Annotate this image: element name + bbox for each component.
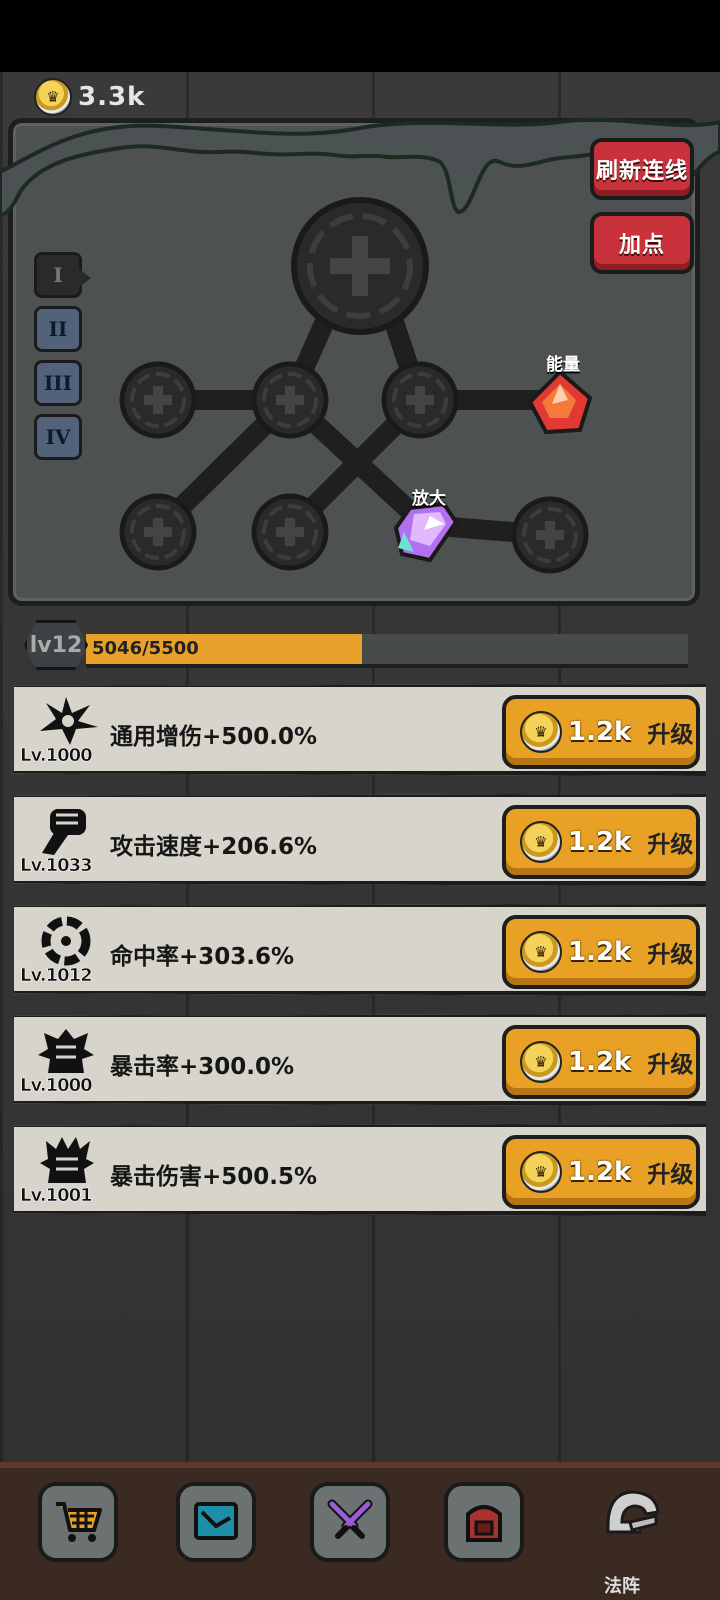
shopping-cart-icon	[56, 1502, 102, 1542]
bottom-navigation: 法阵	[0, 1462, 720, 1600]
upgrade-row-attack-speed: Lv.1033 攻击速度+206.6% ♛ 1.2k 升级	[14, 794, 706, 886]
star-burst-icon	[40, 697, 98, 745]
upgrade-level: Lv.1000	[20, 1075, 93, 1097]
fist-icon	[42, 809, 86, 855]
upgrade-level: Lv.1012	[20, 965, 93, 987]
upgrade-button-label: 升级	[647, 722, 694, 748]
tree-node[interactable]	[251, 361, 329, 439]
xp-progress-bar: 5046/5500	[86, 634, 688, 668]
upgrade-label: 攻击速度+206.6%	[110, 834, 318, 860]
upgrade-button[interactable]: ♛ 1.2k 升级	[502, 1025, 700, 1099]
amplify-gem-icon[interactable]	[393, 501, 459, 563]
nav-battle[interactable]	[310, 1482, 390, 1562]
map-icon	[194, 1502, 238, 1540]
upgrade-cost: 1.2k	[568, 1047, 632, 1077]
tree-node[interactable]	[381, 361, 459, 439]
upgrade-label: 暴击率+300.0%	[110, 1054, 295, 1080]
upgrade-row-general-damage: Lv.1000 通用增伤+500.0% ♛ 1.2k 升级	[14, 684, 706, 776]
upgrade-button-label: 升级	[647, 942, 694, 968]
target-ring-icon	[41, 916, 91, 966]
tree-node[interactable]	[251, 493, 329, 571]
upgrade-button[interactable]: ♛ 1.2k 升级	[502, 695, 700, 769]
crit-block-icon	[38, 1029, 94, 1073]
nav-formation-label: 法阵	[604, 1576, 640, 1597]
upgrade-button[interactable]: ♛ 1.2k 升级	[502, 915, 700, 989]
nav-map[interactable]	[176, 1482, 256, 1562]
crown-coin-icon: ♛	[520, 1151, 562, 1193]
tree-connections	[148, 300, 560, 545]
nav-shop[interactable]	[38, 1482, 118, 1562]
crown-coin-icon: ♛	[520, 711, 562, 753]
tree-node[interactable]	[119, 361, 197, 439]
upgrade-label: 暴击伤害+500.5%	[110, 1164, 318, 1190]
energy-gem-label: 能量	[546, 355, 580, 375]
helmet-icon	[606, 1490, 660, 1534]
skill-tree	[119, 197, 593, 574]
tree-node-root[interactable]	[291, 197, 429, 335]
upgrade-cost: 1.2k	[568, 937, 632, 967]
upgrade-button-label: 升级	[647, 832, 694, 858]
upgrade-row-hit-rate: Lv.1012 命中率+303.6% ♛ 1.2k 升级	[14, 904, 706, 996]
backpack-icon	[466, 1505, 502, 1542]
upgrade-label: 通用增伤+500.0%	[110, 724, 318, 750]
upgrade-button-label: 升级	[647, 1052, 694, 1078]
crown-coin-icon: ♛	[520, 931, 562, 973]
nav-formation[interactable]	[592, 1474, 672, 1554]
upgrade-list: Lv.1000 通用增伤+500.0% ♛ 1.2k 升级 Lv.1033 攻击…	[14, 684, 706, 1234]
energy-gem-icon[interactable]	[527, 369, 593, 435]
upgrade-level: Lv.1000	[20, 745, 93, 767]
upgrade-button-label: 升级	[647, 1162, 694, 1188]
upgrade-cost: 1.2k	[568, 1157, 632, 1187]
upgrade-button[interactable]: ♛ 1.2k 升级	[502, 1135, 700, 1209]
upgrade-row-crit-rate: Lv.1000 暴击率+300.0% ♛ 1.2k 升级	[14, 1014, 706, 1106]
nav-backpack[interactable]	[444, 1482, 524, 1562]
crossed-swords-icon	[327, 1499, 373, 1539]
upgrade-cost: 1.2k	[568, 717, 632, 747]
level-badge: lv12	[24, 620, 88, 670]
crit-claw-icon	[40, 1137, 94, 1183]
upgrade-cost: 1.2k	[568, 827, 632, 857]
upgrade-row-crit-damage: Lv.1001 暴击伤害+500.5% ♛ 1.2k 升级	[14, 1124, 706, 1216]
crown-coin-icon: ♛	[520, 1041, 562, 1083]
upgrade-label: 命中率+303.6%	[110, 944, 295, 970]
upgrade-button[interactable]: ♛ 1.2k 升级	[502, 805, 700, 879]
crown-coin-icon: ♛	[520, 821, 562, 863]
tree-node[interactable]	[119, 493, 197, 571]
xp-text: 5046/5500	[92, 638, 199, 659]
tree-node[interactable]	[511, 496, 589, 574]
upgrade-level: Lv.1001	[20, 1185, 93, 1207]
upgrade-level: Lv.1033	[20, 855, 93, 877]
amplify-gem-label: 放大	[412, 489, 446, 509]
